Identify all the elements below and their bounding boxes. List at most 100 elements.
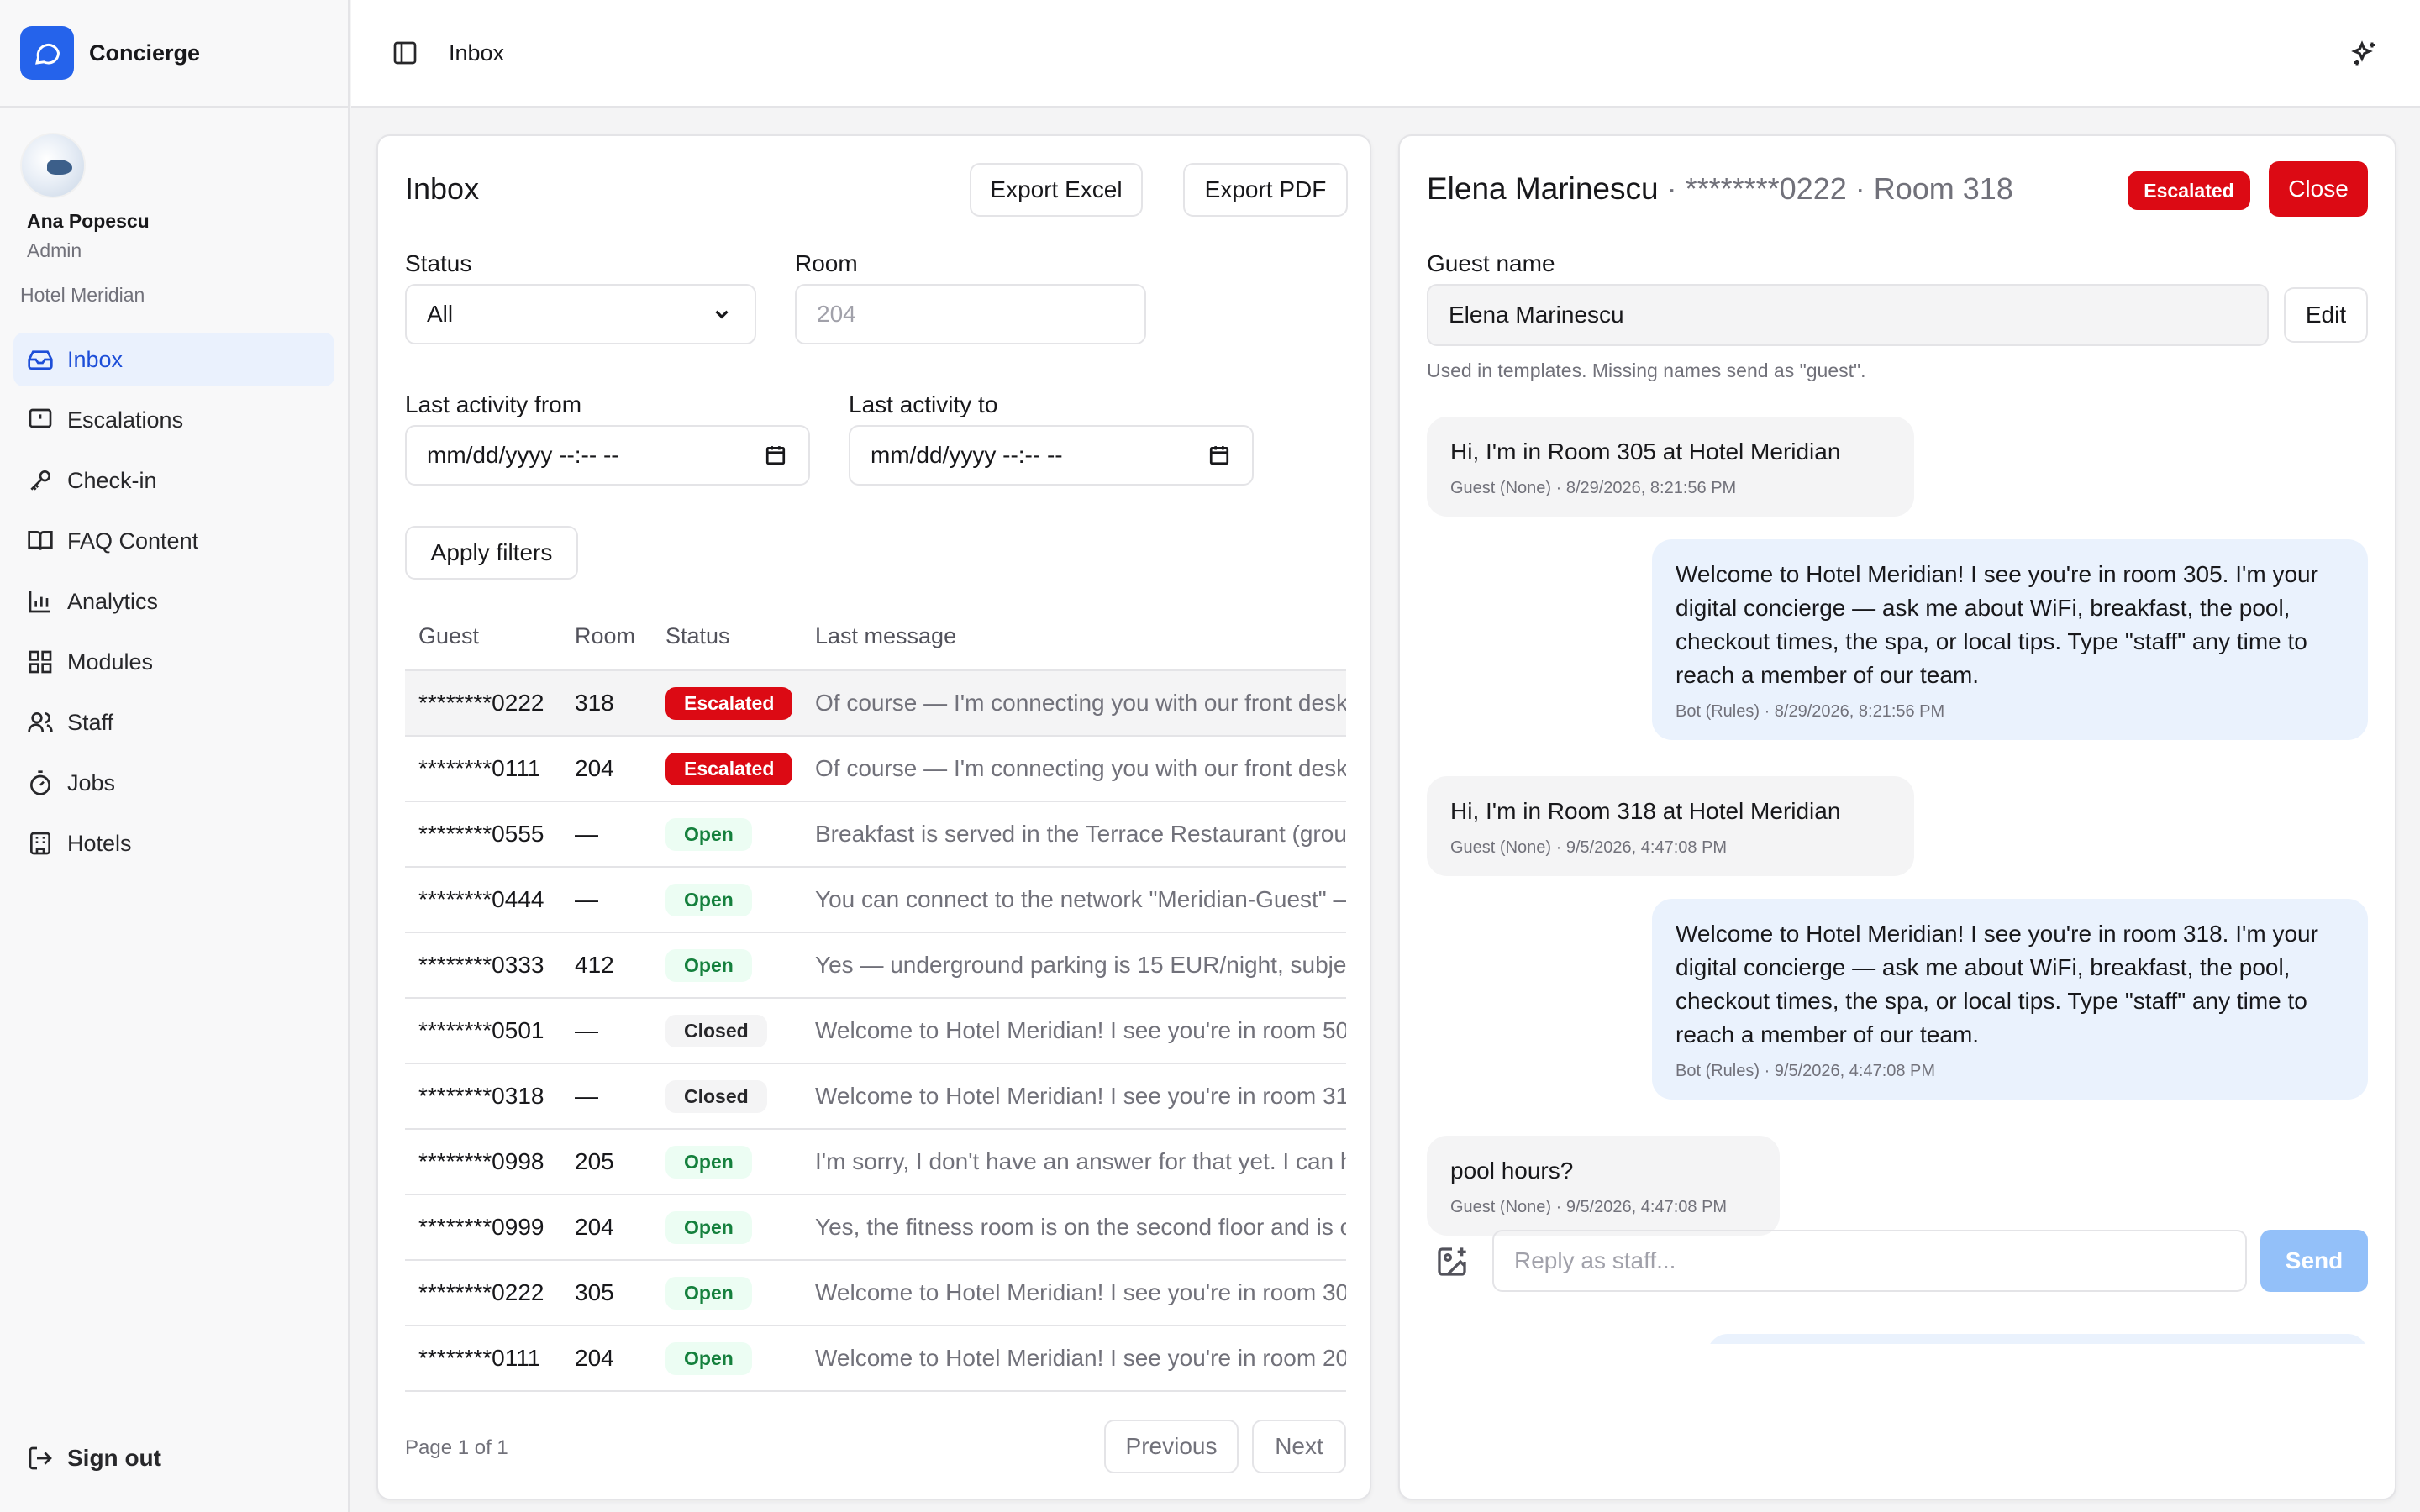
status-select-value: All	[427, 301, 454, 327]
column-header-room: Room	[561, 603, 652, 671]
table-row[interactable]: ********0111 204 Escalated Of course — I'm …	[405, 736, 1346, 802]
guest-name-value: Elena Marinescu	[1449, 302, 1624, 328]
table-row[interactable]: ********0555— Open Breakfast is served in …	[405, 801, 1346, 868]
room-cell: 204	[561, 1326, 652, 1392]
sidebar-item-staff[interactable]: Staff	[13, 696, 334, 749]
sparkles-icon[interactable]	[2349, 39, 2380, 69]
status-select[interactable]: All	[405, 284, 756, 344]
next-page-button[interactable]: Next	[1252, 1420, 1346, 1473]
reply-input[interactable]: Reply as staff...	[1492, 1230, 2247, 1292]
room-input[interactable]: 204	[795, 284, 1146, 344]
brand-name: Concierge	[89, 39, 201, 66]
table-row[interactable]: ********0999 204 Open Yes, the fitness room…	[405, 1194, 1346, 1261]
guest-message: Hi, I'm in Room 305 at Hotel Meridian Gue…	[1427, 417, 1914, 517]
status-cell: Open	[652, 1194, 802, 1261]
previous-page-button[interactable]: Previous	[1104, 1420, 1239, 1473]
guest-cell: ********0333	[405, 932, 561, 999]
sidebar-item-label: Hotels	[67, 830, 132, 856]
guest-name-label: Guest name	[1427, 250, 1555, 276]
status-cell: Open	[652, 1129, 802, 1195]
last-message-cell: Welcome to Hotel Meridian! I see you're …	[802, 1326, 1346, 1392]
table-row[interactable]: ********0222 305 Open Welcome to Hotel Meri…	[405, 1260, 1346, 1326]
calendar-icon[interactable]	[1208, 444, 1230, 466]
sidebar-item-jobs[interactable]: Jobs	[13, 756, 334, 810]
guest-cell: ********0222	[405, 1260, 561, 1326]
inbox-card: Inbox Export Excel Export PDF Status All…	[376, 134, 1371, 1500]
message-meta: Guest (None) · 9/5/2026, 4:47:08 PM	[1450, 1198, 1728, 1216]
room-cell: 412	[561, 932, 652, 999]
guest-cell: ********0555	[405, 801, 561, 868]
users-icon	[28, 712, 53, 732]
table-row[interactable]: ********0333 412 Open Yes — underground par…	[405, 932, 1346, 999]
status-badge: Open	[666, 817, 752, 851]
conversation-card: Elena Marinescu · ********0222 · Room 31…	[1398, 134, 2396, 1500]
room-label: Room	[795, 250, 858, 276]
sidebar-item-label: Analytics	[67, 588, 159, 614]
sign-out-button[interactable]: Sign out	[27, 1445, 161, 1472]
guest-name-field[interactable]: Elena Marinescu	[1427, 284, 2269, 346]
page-title: Inbox	[449, 39, 505, 66]
send-button[interactable]: Send	[2260, 1230, 2368, 1292]
table-row[interactable]: ********0222 318 Escalated Of course — I'm …	[405, 670, 1346, 737]
message-thread[interactable]: Hi, I'm in Room 305 at Hotel Meridian Gue…	[1427, 417, 2368, 1344]
bar-chart-icon	[29, 591, 50, 613]
room-cell: 204	[561, 1194, 652, 1261]
status-cell: Escalated	[652, 736, 802, 802]
reply-placeholder: Reply as staff...	[1514, 1247, 1676, 1273]
sidebar: Concierge Ana Popescu Admin Hotel Meridi…	[0, 0, 350, 1512]
bot-message	[1707, 1334, 2368, 1344]
image-plus-icon[interactable]	[1435, 1245, 1469, 1278]
export-pdf-button[interactable]: Export PDF	[1183, 163, 1348, 217]
table-row[interactable]: ********0998 205 Open I'm sorry, I don't ha…	[405, 1129, 1346, 1195]
sidebar-item-faq-content[interactable]: FAQ Content	[13, 514, 334, 568]
sign-out-label: Sign out	[67, 1445, 161, 1471]
status-cell: Closed	[652, 998, 802, 1064]
last-activity-from-input[interactable]: mm/dd/yyyy --:-- --	[405, 425, 810, 486]
page-indicator: Page 1 of 1	[405, 1436, 508, 1459]
last-message-cell: Breakfast is served in the Terrace Resta…	[802, 801, 1346, 868]
message-meta: Guest (None) · 8/29/2026, 8:21:56 PM	[1450, 479, 1737, 497]
export-excel-button[interactable]: Export Excel	[970, 163, 1143, 217]
status-badge: Escalated	[666, 686, 793, 720]
guest-name-title: Elena Marinescu	[1427, 171, 1659, 206]
table-row[interactable]: ********0501— Closed Welcome to Hotel Meri…	[405, 998, 1346, 1064]
close-conversation-button[interactable]: Close	[2269, 161, 2368, 217]
sidebar-item-label: Check-in	[67, 467, 157, 493]
sidebar-item-check-in[interactable]: Check-in	[13, 454, 334, 507]
sidebar-item-hotels[interactable]: Hotels	[13, 816, 334, 870]
last-message-cell: Of course — I'm connecting you with our …	[802, 670, 1346, 737]
last-message-cell: Yes, the fitness room is on the second f…	[802, 1194, 1346, 1261]
last-activity-to-input[interactable]: mm/dd/yyyy --:-- --	[849, 425, 1254, 486]
sidebar-toggle-icon[interactable]	[392, 39, 418, 66]
conversation-subtitle: · ********0222 · Room 318	[1658, 171, 2013, 206]
status-label: Status	[405, 250, 472, 276]
avatar[interactable]	[20, 133, 86, 198]
sidebar-item-label: FAQ Content	[67, 528, 199, 554]
bot-message: Welcome to Hotel Meridian! I see you're …	[1652, 899, 2368, 1100]
reply-composer: Reply as staff... Send	[1427, 1230, 2368, 1292]
sidebar-item-inbox[interactable]: Inbox	[13, 333, 334, 386]
status-badge: Open	[666, 1341, 752, 1375]
sidebar-item-modules[interactable]: Modules	[13, 635, 334, 689]
status-badge: Escalated	[2128, 171, 2250, 210]
status-cell: Escalated	[652, 670, 802, 737]
table-row[interactable]: ********0444— Open You can connect to the …	[405, 867, 1346, 933]
table-row[interactable]: ********0318— Closed Welcome to Hotel Meri…	[405, 1063, 1346, 1130]
sidebar-item-analytics[interactable]: Analytics	[13, 575, 334, 628]
status-badge: Open	[666, 1145, 752, 1179]
guest-cell: ********0111	[405, 1326, 561, 1392]
status-cell: Open	[652, 1260, 802, 1326]
last-message-cell: I'm sorry, I don't have an answer for th…	[802, 1129, 1346, 1195]
sidebar-item-escalations[interactable]: Escalations	[13, 393, 334, 447]
guest-cell: ********0999	[405, 1194, 561, 1261]
calendar-icon[interactable]	[765, 444, 786, 466]
message-meta: Bot (Rules) · 9/5/2026, 4:47:08 PM	[1676, 1062, 1936, 1080]
conversation-header: Elena Marinescu · ********0222 · Room 31…	[1427, 171, 2013, 207]
apply-filters-button[interactable]: Apply filters	[405, 526, 578, 580]
guest-cell: ********0111	[405, 736, 561, 802]
table-row[interactable]: ********0111 204 Open Welcome to Hotel Meri…	[405, 1326, 1346, 1392]
sidebar-item-label: Jobs	[67, 769, 116, 795]
room-cell: —	[561, 1063, 652, 1130]
table-header-row: Guest Room Status Last message	[405, 603, 1346, 671]
edit-name-button[interactable]: Edit	[2284, 287, 2368, 343]
